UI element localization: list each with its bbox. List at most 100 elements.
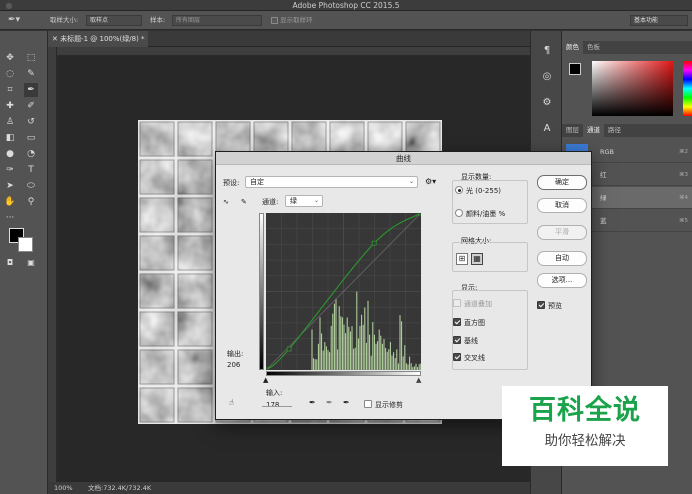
channels-panel-tabs: 图层 通道 路径	[562, 124, 692, 137]
show-ring-option[interactable]: 显示取样环	[271, 11, 313, 30]
background-color-swatch[interactable]	[18, 237, 33, 252]
white-point-eyedropper-icon[interactable]: ✒	[343, 398, 350, 408]
tab-channels[interactable]: 通道	[583, 124, 604, 137]
watermark-logo: 百科全说 助你轻松解决	[502, 386, 668, 466]
zoom-level[interactable]: 100%	[54, 482, 73, 494]
intersection-line-option[interactable]: 交叉线	[453, 353, 485, 363]
eraser-tool-icon[interactable]: ◧	[3, 131, 17, 145]
on-image-adjust-icon[interactable]: ☝	[229, 398, 234, 408]
dodge-tool-icon[interactable]: ◔	[24, 147, 38, 161]
type-tool-icon[interactable]: T	[24, 163, 38, 177]
gray-point-eyedropper-icon[interactable]: ✒	[326, 398, 333, 408]
curve-tool-icon[interactable]: ∿	[223, 197, 229, 207]
blur-tool-icon[interactable]: ●	[3, 147, 17, 161]
eyedropper-tool-icon[interactable]: ✒	[24, 83, 38, 97]
curves-graph[interactable]	[263, 210, 427, 373]
tab-color[interactable]: 颜色	[562, 41, 583, 54]
crop-tool-icon[interactable]: ⌗	[3, 83, 17, 97]
show-clipping-option[interactable]: 显示修剪	[364, 400, 403, 410]
document-tab[interactable]: ✕ 未标题-1 @ 100%(绿/8) *	[48, 31, 148, 47]
pigment-option[interactable]: 颜料/油墨 %	[455, 209, 505, 219]
marquee-tool-icon[interactable]: ⬚	[24, 51, 38, 65]
histogram-option[interactable]: 直方图	[453, 318, 485, 328]
black-point-eyedropper-icon[interactable]: ✒	[309, 398, 316, 408]
chevron-down-icon: ⌄	[408, 178, 414, 185]
navigator-panel-icon[interactable]: ◎	[539, 69, 555, 85]
quick-select-tool-icon[interactable]: ✎	[24, 67, 38, 81]
title-bar: Adobe Photoshop CC 2015.5	[0, 0, 692, 11]
path-select-tool-icon[interactable]: ➤	[3, 179, 17, 193]
gradient-tool-icon[interactable]: ▭	[24, 131, 38, 145]
pen-tool-icon[interactable]: ✑	[3, 163, 17, 177]
tools-panel: ✥ ⬚ ◌ ✎ ⌗ ✒ ✚ ✐ ♙ ↺ ◧ ▭ ● ◔ ✑ T ➤ ⬭ ✋ ⚲ …	[0, 31, 48, 494]
brush-tool-icon[interactable]: ✐	[24, 99, 38, 113]
color-picker-field[interactable]	[592, 61, 673, 116]
tab-swatches[interactable]: 色板	[583, 41, 604, 54]
paragraph-panel-icon[interactable]: ¶	[539, 43, 555, 59]
tab-paths[interactable]: 路径	[604, 124, 625, 137]
curve-control-point	[418, 210, 424, 216]
smooth-button[interactable]: 平滑	[537, 225, 587, 240]
preview-checkbox[interactable]	[537, 301, 545, 309]
more-tools-icon[interactable]: ···	[3, 211, 17, 225]
show-ring-checkbox[interactable]	[271, 16, 278, 24]
zoom-tool-icon[interactable]: ⚲	[24, 195, 38, 209]
channel-overlays-checkbox	[453, 299, 461, 307]
color-panel-foreground[interactable]	[569, 63, 581, 75]
hand-tool-icon[interactable]: ✋	[3, 195, 17, 209]
sample-label: 样本:	[150, 16, 166, 24]
screen-mode-icon[interactable]: ▣	[24, 256, 38, 270]
ok-button[interactable]: 确定	[537, 175, 587, 190]
input-field-underline	[262, 396, 292, 407]
options-button[interactable]: 选项...	[537, 273, 587, 288]
preview-option[interactable]: 预览	[537, 301, 562, 311]
sample-select[interactable]: 所有图层	[172, 15, 262, 26]
healing-brush-tool-icon[interactable]: ✚	[3, 99, 17, 113]
sample-size-label: 取样大小:	[50, 16, 79, 24]
history-brush-tool-icon[interactable]: ↺	[24, 115, 38, 129]
shape-tool-icon[interactable]: ⬭	[24, 179, 38, 193]
detailed-grid-icon[interactable]: ▦	[471, 253, 483, 265]
white-point-slider[interactable]: ▲	[416, 376, 421, 384]
pencil-tool-icon[interactable]: ✎	[241, 197, 247, 207]
black-point-slider[interactable]: ▲	[263, 376, 268, 384]
simple-grid-icon[interactable]: ⊞	[456, 253, 468, 265]
pigment-radio[interactable]	[455, 209, 463, 217]
eyedropper-tool-preset-icon[interactable]: ✒▾	[8, 11, 20, 30]
quick-mask-icon[interactable]: ◘	[3, 256, 17, 270]
hue-slider[interactable]	[683, 61, 692, 116]
workspace-select[interactable]: 基本功能	[630, 15, 688, 26]
watermark-subtitle: 助你轻松解决	[544, 433, 626, 449]
light-radio[interactable]	[455, 186, 463, 194]
baseline-option[interactable]: 基线	[453, 336, 478, 346]
document-tab-bar: ✕ 未标题-1 @ 100%(绿/8) *	[48, 31, 530, 47]
move-tool-icon[interactable]: ✥	[3, 51, 17, 65]
preset-label: 预设:	[223, 179, 240, 187]
clone-stamp-tool-icon[interactable]: ♙	[3, 115, 17, 129]
preset-select[interactable]: 自定 ⌄	[245, 176, 418, 188]
channel-select[interactable]: 绿 ⌄	[285, 195, 323, 207]
show-clipping-checkbox[interactable]	[364, 400, 372, 408]
horizontal-ruler	[48, 47, 530, 56]
output-value[interactable]: 206	[227, 360, 240, 370]
cancel-button[interactable]: 取消	[537, 198, 587, 213]
lasso-tool-icon[interactable]: ◌	[3, 67, 17, 81]
histogram-checkbox[interactable]	[453, 318, 461, 326]
chevron-down-icon: ⌄	[313, 197, 319, 204]
preset-options-gear-icon[interactable]: ⚙▾	[425, 177, 436, 187]
channel-label: 通道:	[262, 198, 279, 206]
document-tab-close-icon[interactable]: ✕	[52, 35, 60, 43]
sample-size-select[interactable]: 取样点	[86, 15, 142, 26]
tab-layers[interactable]: 图层	[562, 124, 583, 137]
options-bar: ✒▾ 取样大小: 取样点 样本: 所有图层 显示取样环 基本功能	[0, 11, 692, 30]
light-option[interactable]: 光 (0-255)	[455, 186, 501, 196]
intersection-line-checkbox[interactable]	[453, 353, 461, 361]
auto-button[interactable]: 自动	[537, 251, 587, 266]
vertical-ruler	[48, 47, 57, 482]
adjustments-panel-icon[interactable]: ⚙	[539, 95, 555, 111]
curve-control-point	[371, 240, 377, 246]
show-ring-label: 显示取样环	[280, 16, 313, 24]
character-panel-icon[interactable]: A	[539, 121, 555, 137]
output-gradient-bar	[259, 213, 264, 370]
baseline-checkbox[interactable]	[453, 336, 461, 344]
